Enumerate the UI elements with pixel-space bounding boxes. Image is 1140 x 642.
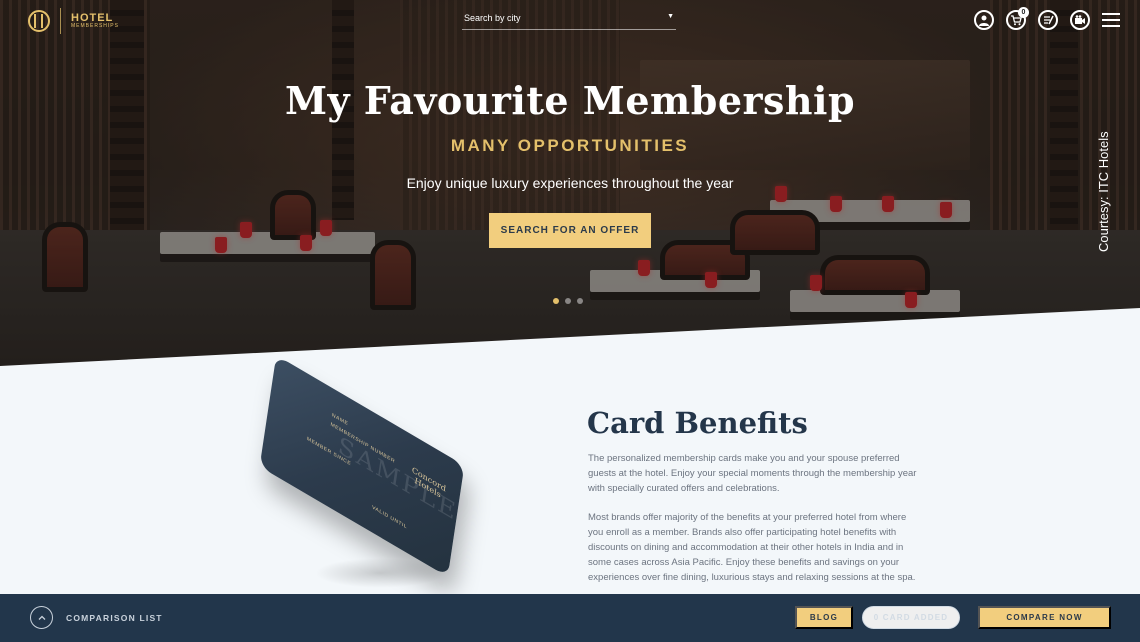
blog-button[interactable]: BLOG [795,606,853,629]
caret-down-icon: ▼ [667,13,674,20]
search-offer-button[interactable]: SEARCH FOR AN OFFER [489,213,651,248]
hero-description: Enjoy unique luxury experiences througho… [406,175,734,191]
logo-divider [60,8,61,34]
compare-now-button[interactable]: COMPARE NOW [978,606,1111,629]
comparison-list-label[interactable]: COMPARISON LIST [66,613,163,623]
logo-text: HOTEL [71,12,114,24]
comparison-bar: COMPARISON LIST [0,594,1140,642]
membership-card-image: SAMPLE NAME MEMBERSHIP NUMBER MEMBER SIN… [245,355,485,598]
cart-icon[interactable]: 0 [1006,7,1029,30]
user-icon[interactable] [974,10,994,30]
carousel-dot[interactable] [577,298,583,304]
site-logo[interactable]: HOTEL MEMBERSHIPS [28,8,119,34]
logo-mark-icon [28,10,50,32]
city-search-placeholder: Search by city [464,13,521,23]
logo-subtext: MEMBERSHIPS [71,23,119,29]
hero-title: My Favourite Membership [284,78,856,123]
cart-count-badge: 0 [1018,7,1029,18]
benefits-paragraph: The personalized membership cards make y… [588,453,917,494]
benefits-paragraph: Most brands offer majority of the benefi… [588,512,916,583]
city-search-select[interactable]: Search by city ▼ [462,8,676,30]
menu-icon[interactable] [1102,13,1120,27]
carousel-dot[interactable] [553,298,559,304]
chevron-up-icon[interactable] [30,606,53,629]
carousel-dots [553,298,583,304]
carousel-dot[interactable] [565,298,571,304]
video-icon[interactable] [1070,10,1090,30]
benefits-title: Card Benefits [587,406,808,440]
image-courtesy: Courtesy: ITC Hotels [1096,131,1111,252]
card-watermark: SAMPLE [336,431,460,527]
blog-icon[interactable] [1038,10,1058,30]
membership-card: SAMPLE NAME MEMBERSHIP NUMBER MEMBER SIN… [259,355,465,577]
header-icons: 0 [974,7,1120,30]
hero-subtitle: MANY OPPORTUNITIES [450,136,690,155]
card-added-button[interactable]: 0 CARD ADDED [862,606,960,629]
card-valid-until: VALID UNTIL [371,504,408,531]
